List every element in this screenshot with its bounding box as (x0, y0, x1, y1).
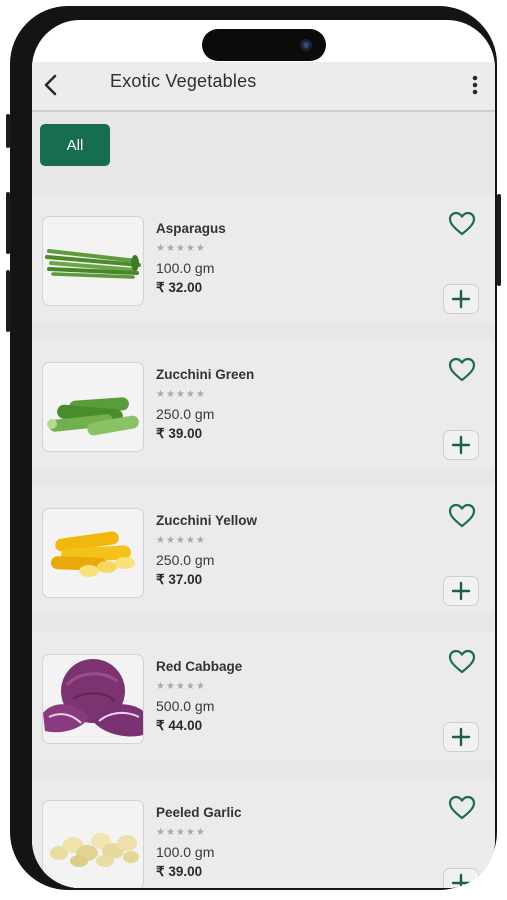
add-to-cart-button[interactable] (443, 868, 479, 888)
product-price: ₹ 39.00 (156, 864, 203, 879)
product-name: Zucchini Yellow (156, 513, 258, 528)
plus-icon (451, 435, 471, 455)
product-weight: 250.0 gm (156, 552, 215, 568)
plus-icon (451, 289, 471, 309)
app-screen: Exotic Vegetables All Asparagus ★★★★★ 10… (32, 20, 495, 888)
product-card[interactable]: Peeled Garlic ★★★★★ 100.0 gm ₹ 39.00 (32, 778, 495, 888)
product-card[interactable]: Red Cabbage ★★★★★ 500.0 gm ₹ 44.00 (32, 632, 495, 760)
add-to-cart-button[interactable] (443, 722, 479, 752)
heart-icon[interactable] (448, 357, 476, 383)
product-price: ₹ 44.00 (156, 718, 203, 733)
camera-icon (300, 39, 312, 51)
plus-icon (451, 873, 471, 888)
heart-icon[interactable] (448, 795, 476, 821)
add-to-cart-button[interactable] (443, 284, 479, 314)
rating-stars: ★★★★★ (156, 535, 206, 546)
garlic-image (42, 800, 144, 888)
add-to-cart-button[interactable] (443, 430, 479, 460)
product-card[interactable]: Zucchini Yellow ★★★★★ 250.0 gm ₹ 37.00 (32, 486, 495, 614)
product-name: Asparagus (156, 221, 226, 236)
filter-chip-all[interactable]: All (40, 124, 110, 166)
green-zucchini-image (42, 362, 144, 452)
add-to-cart-button[interactable] (443, 576, 479, 606)
volume-down-button (6, 270, 10, 332)
more-vertical-icon[interactable] (465, 72, 485, 98)
page-title: Exotic Vegetables (110, 71, 257, 91)
volume-up-button (6, 192, 10, 254)
asparagus-image (42, 216, 144, 306)
product-card[interactable]: Asparagus ★★★★★ 100.0 gm ₹ 32.00 (32, 194, 495, 322)
plus-icon (451, 727, 471, 747)
dynamic-island (202, 29, 326, 61)
heart-icon[interactable] (448, 211, 476, 237)
product-card[interactable]: Zucchini Green ★★★★★ 250.0 gm ₹ 39.00 (32, 340, 495, 468)
red-cabbage-image (42, 654, 144, 744)
back-arrow-icon[interactable] (38, 70, 66, 100)
yellow-zucchini-image (42, 508, 144, 598)
app-bar: Exotic Vegetables (32, 62, 495, 112)
product-weight: 100.0 gm (156, 260, 215, 276)
rating-stars: ★★★★★ (156, 243, 206, 254)
product-name: Zucchini Green (156, 367, 255, 382)
rating-stars: ★★★★★ (156, 827, 206, 838)
product-name: Red Cabbage (156, 659, 243, 674)
product-price: ₹ 32.00 (156, 280, 203, 295)
product-name: Peeled Garlic (156, 805, 242, 820)
side-button (6, 114, 10, 148)
product-weight: 500.0 gm (156, 698, 215, 714)
product-list-area: All Asparagus ★★★★★ 100.0 gm ₹ 32.00 Zuc… (32, 112, 495, 888)
product-price: ₹ 39.00 (156, 426, 203, 441)
power-button (497, 194, 501, 286)
product-weight: 250.0 gm (156, 406, 215, 422)
phone-frame: Exotic Vegetables All Asparagus ★★★★★ 10… (6, 6, 501, 890)
product-price: ₹ 37.00 (156, 572, 203, 587)
heart-icon[interactable] (448, 503, 476, 529)
plus-icon (451, 581, 471, 601)
rating-stars: ★★★★★ (156, 681, 206, 692)
heart-icon[interactable] (448, 649, 476, 675)
product-weight: 100.0 gm (156, 844, 215, 860)
rating-stars: ★★★★★ (156, 389, 206, 400)
